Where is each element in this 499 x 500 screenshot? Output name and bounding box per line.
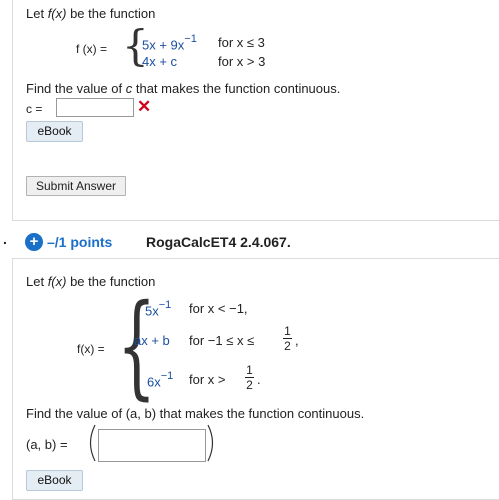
q1-answer-label: c =: [26, 102, 43, 116]
q2-question-id: RogaCalcET4 2.4.067.: [146, 234, 291, 250]
q2-case3-expr: 6x−1: [147, 370, 174, 390]
q1-intro-suffix: be the function: [66, 6, 156, 21]
q2-case2-fraction: 12: [283, 324, 292, 353]
q2-case1-cond: for x < −1,: [189, 301, 248, 316]
q2-ebook-button[interactable]: eBook: [26, 470, 83, 491]
q2-case2-expr: ax + b: [134, 333, 170, 348]
q1-case2-cond: for x > 3: [218, 54, 266, 69]
q1-prompt: Find the value of c that makes the funct…: [26, 81, 341, 96]
q1-case1-expr: 5x + 9x−1: [142, 33, 197, 53]
q2-answer-label: (a, b) =: [26, 437, 68, 452]
q2-case2-tail: ,: [295, 333, 299, 348]
question-card-2: [12, 258, 499, 500]
q2-prompt: Find the value of (a, b) that makes the …: [26, 406, 365, 421]
plus-circle-icon[interactable]: +: [25, 233, 43, 251]
submit-answer-button[interactable]: Submit Answer: [26, 176, 126, 196]
q1-lhs: f (x) =: [76, 42, 108, 56]
q2-case3-tail: .: [257, 372, 261, 387]
right-paren-icon: [207, 424, 214, 462]
left-paren-icon: [89, 424, 96, 462]
q1-intro-prefix: Let: [26, 6, 48, 21]
q1-case2-expr: 4x + c: [142, 54, 178, 69]
q2-case1-expr: 5x−1: [145, 299, 172, 319]
q1-case1-cond: for x ≤ 3: [218, 35, 265, 50]
q2-points-label[interactable]: –/1 points: [47, 234, 112, 250]
q2-case3-fraction: 12: [245, 363, 254, 392]
q1-answer-input[interactable]: [56, 98, 134, 117]
q2-bullet: .: [3, 231, 7, 247]
q2-lhs: f(x) =: [77, 342, 105, 356]
q2-answer-input[interactable]: [98, 429, 206, 462]
q1-ebook-button[interactable]: eBook: [26, 121, 83, 142]
q1-intro: Let f(x) be the function: [26, 6, 155, 21]
q2-case3-cond: for x >: [189, 372, 226, 387]
incorrect-icon: ✕: [137, 97, 152, 116]
q1-intro-func: f(x): [47, 6, 67, 21]
q2-case2-cond: for −1 ≤ x ≤: [189, 333, 255, 348]
